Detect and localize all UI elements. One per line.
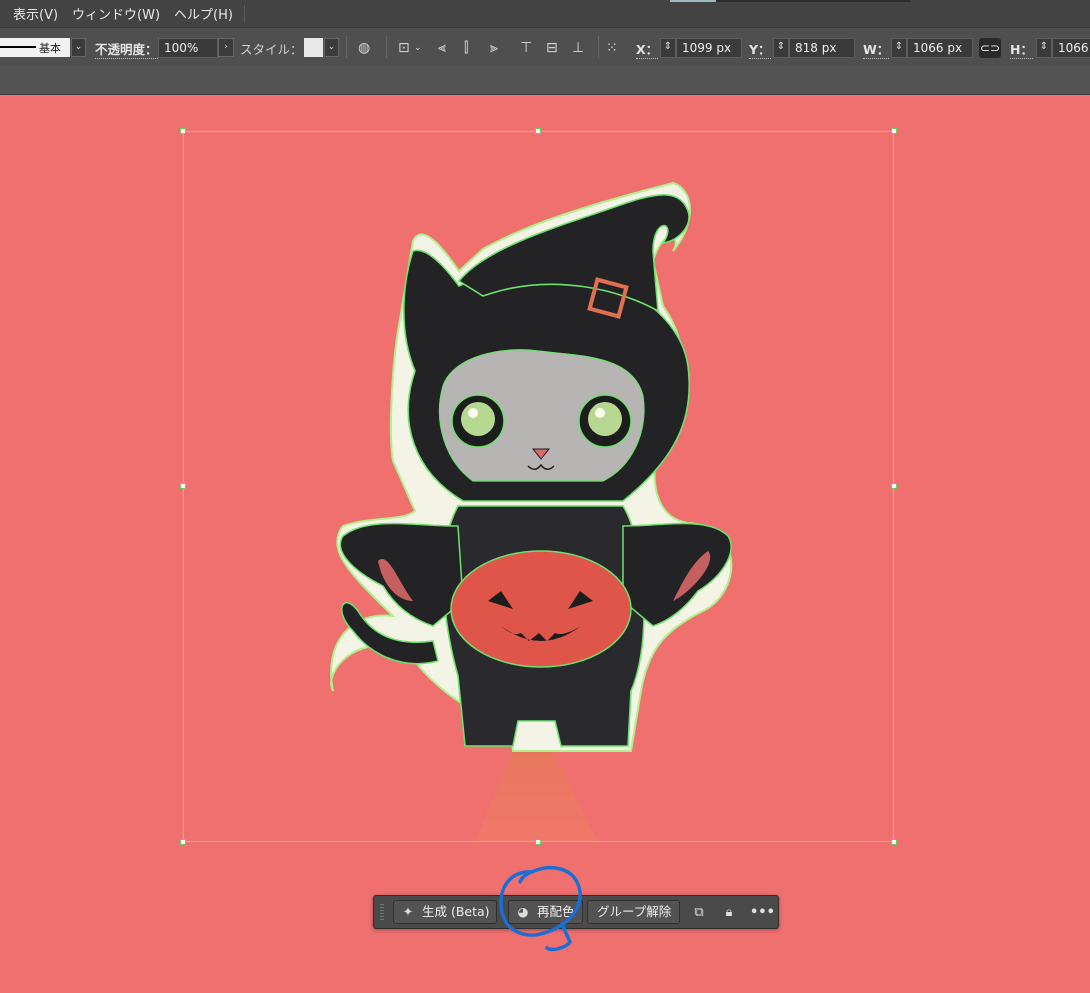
align-left-icon[interactable]: ⫷ (438, 38, 446, 58)
menu-separator (243, 4, 245, 23)
opacity-expand-button[interactable]: › (218, 38, 234, 57)
resize-handle-right[interactable] (891, 483, 897, 489)
duplicate-icon[interactable]: ⧉ (690, 903, 708, 923)
style-label: スタイル： (240, 42, 303, 57)
x-label[interactable]: X： (636, 39, 659, 59)
x-stepper[interactable]: ⇕ (660, 38, 676, 58)
resize-handle-bottom[interactable] (535, 839, 541, 845)
align-right-icon[interactable]: ⫸ (490, 38, 498, 58)
h-input[interactable]: 1066 px (1052, 38, 1090, 58)
graphic-style-swatch[interactable] (304, 38, 323, 57)
resize-handle-top-right[interactable] (891, 128, 897, 134)
stroke-profile-dropdown-button[interactable]: ⌄ (71, 38, 86, 57)
control-bar: 基本 ⌄ 不透明度： 100% › スタイル： ⌄ ◍ ⊡ ⌄ ⫷ ⫿ ⫸ ⊤ … (0, 27, 1090, 65)
resize-handle-top-left[interactable] (180, 128, 186, 134)
generate-beta-label: 生成 (Beta) (422, 904, 490, 919)
align-vertical-center-icon[interactable]: ⊟ (546, 38, 558, 58)
annotation-circle (499, 866, 582, 952)
active-tab-indicator (670, 0, 716, 2)
sparkle-generate-icon: ✦ (402, 904, 414, 919)
separator (346, 36, 347, 58)
separator (386, 36, 387, 58)
h-stepper[interactable]: ⇕ (1036, 38, 1052, 58)
resize-handle-bottom-right[interactable] (891, 839, 897, 845)
reference-point-icon[interactable]: ⁙ (606, 38, 618, 58)
stroke-preview-line (0, 46, 36, 48)
stroke-profile-select[interactable]: 基本 (0, 38, 70, 57)
align-to-icon[interactable]: ⊡ (398, 38, 410, 58)
recolor-artwork-icon[interactable]: ◍ (358, 38, 370, 58)
style-dropdown-button[interactable]: ⌄ (324, 38, 339, 57)
lock-icon[interactable]: 🔒︎ (720, 903, 738, 923)
separator (598, 36, 599, 58)
menu-help[interactable]: ヘルプ(H) (167, 4, 240, 23)
opacity-input[interactable]: 100% (158, 38, 218, 58)
more-options-icon[interactable]: ••• (750, 903, 775, 923)
w-stepper[interactable]: ⇕ (891, 38, 907, 58)
y-input[interactable]: 818 px (789, 38, 855, 58)
h-label[interactable]: H： (1010, 39, 1033, 59)
menu-window[interactable]: ウィンドウ(W) (65, 4, 167, 23)
document-tab-bar (0, 65, 1090, 95)
w-label[interactable]: W： (863, 39, 890, 59)
w-input[interactable]: 1066 px (907, 38, 973, 58)
ungroup-label: グループ解除 (597, 904, 672, 919)
align-bottom-icon[interactable]: ⊥ (572, 38, 584, 58)
align-to-chevron-down-icon[interactable]: ⌄ (414, 38, 422, 58)
menu-view[interactable]: 表示(V) (0, 4, 65, 23)
x-input[interactable]: 1099 px (676, 38, 742, 58)
align-horizontal-center-icon[interactable]: ⫿ (464, 38, 468, 58)
menu-bar: 表示(V) ウィンドウ(W) ヘルプ(H) (0, 0, 1090, 27)
document-tab-strip[interactable] (670, 0, 910, 2)
y-stepper[interactable]: ⇕ (773, 38, 789, 58)
opacity-label[interactable]: 不透明度： (95, 39, 158, 59)
selection-bounding-box (183, 131, 894, 842)
task-bar-drag-handle[interactable] (380, 904, 384, 922)
resize-handle-bottom-left[interactable] (180, 839, 186, 845)
y-label[interactable]: Y： (749, 39, 771, 59)
generate-beta-button[interactable]: ✦ 生成 (Beta) (393, 900, 497, 924)
stroke-profile-label: 基本 (39, 42, 61, 55)
align-top-icon[interactable]: ⊤ (520, 38, 532, 58)
resize-handle-top[interactable] (535, 128, 541, 134)
ungroup-button[interactable]: グループ解除 (587, 900, 680, 924)
resize-handle-left[interactable] (180, 483, 186, 489)
constrain-proportions-link-icon[interactable]: ⊂⊃ (979, 38, 1001, 58)
